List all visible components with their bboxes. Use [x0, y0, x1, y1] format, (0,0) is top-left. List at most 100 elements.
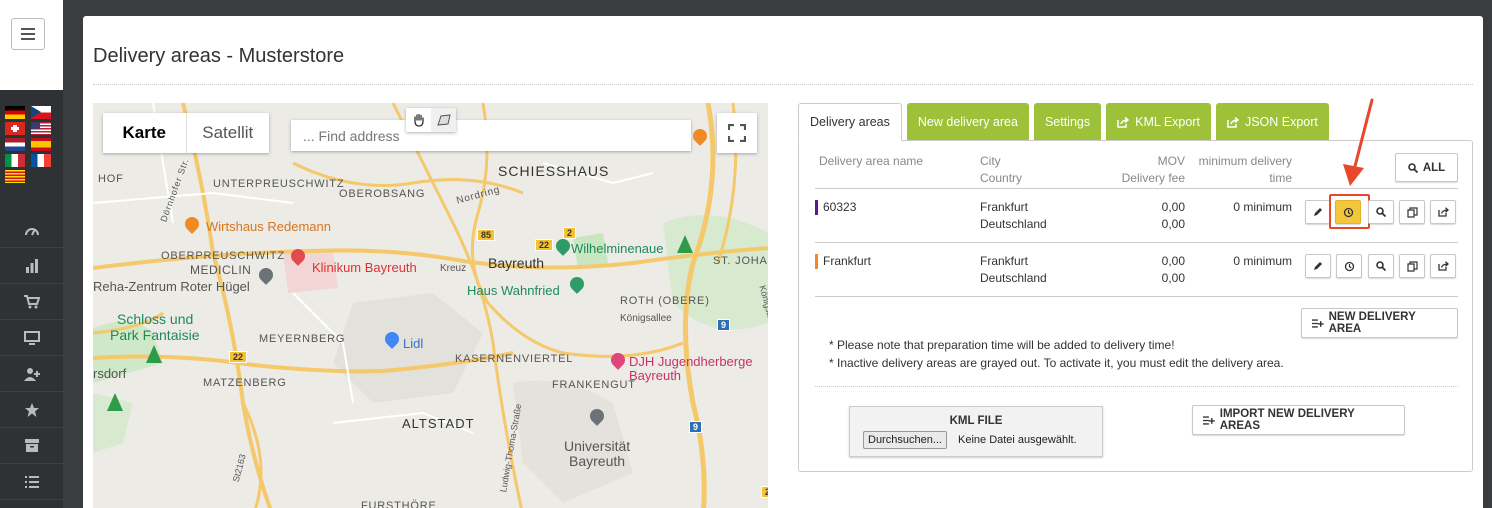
import-delivery-areas-button[interactable]: IMPORT NEW DELIVERY AREAS — [1192, 405, 1405, 435]
flag-it-icon[interactable] — [5, 154, 25, 167]
pencil-icon — [1314, 262, 1322, 270]
column-header-min-time: minimum delivery — [1198, 154, 1292, 168]
copy-icon — [1406, 260, 1418, 272]
flag-us-icon[interactable] — [31, 122, 51, 135]
page-title: Delivery areas - Musterstore — [93, 45, 345, 67]
map-type-control: Karte Satellit — [103, 113, 269, 153]
tab-delivery-areas[interactable]: Delivery areas — [798, 103, 902, 141]
search-area-button[interactable] — [1368, 254, 1394, 278]
kml-upload-box: KML FILE Durchsuchen... Keine Datei ausg… — [849, 406, 1103, 457]
pencil-icon — [1314, 208, 1322, 216]
hamburger-menu-button[interactable] — [11, 18, 45, 50]
flag-cz-icon[interactable] — [31, 106, 51, 119]
map-poi-label: Reha-Zentrum Roter Hügel — [93, 279, 250, 294]
flag-de-icon[interactable] — [5, 106, 25, 119]
show-all-button[interactable]: ALL — [1395, 153, 1458, 182]
list-icon[interactable] — [0, 464, 63, 500]
tab-label: New delivery area — [917, 115, 1018, 129]
export-area-button[interactable] — [1430, 200, 1456, 224]
note-inactive-areas: * Inactive delivery areas are grayed out… — [829, 356, 1284, 370]
row-country: Deutschland — [980, 217, 1047, 231]
row-divider — [815, 242, 1458, 243]
road-shield: 22 — [535, 239, 554, 251]
history-icon — [1344, 261, 1354, 271]
show-all-label: ALL — [1422, 161, 1446, 174]
column-header-country: Country — [980, 171, 1023, 185]
browse-file-button[interactable]: Durchsuchen... — [863, 431, 947, 449]
map-label-street: Kreuz — [440, 263, 467, 274]
flag-fr-icon[interactable] — [31, 154, 51, 167]
new-delivery-area-button[interactable]: NEW DELIVERY AREA — [1301, 308, 1458, 338]
note-preparation-time: * Please note that preparation time will… — [829, 338, 1175, 352]
road-shield: 22 — [229, 351, 248, 363]
add-list-icon — [1203, 415, 1215, 425]
edit-button[interactable] — [1305, 254, 1331, 278]
row-mov: 0,00 — [1161, 254, 1185, 268]
road-shield: 85 — [477, 229, 496, 241]
opening-times-button[interactable] — [1336, 254, 1362, 278]
star-icon[interactable] — [0, 392, 63, 428]
flag-ch-icon[interactable] — [5, 122, 25, 135]
map-poi-label: Haus Wahnfried — [467, 283, 560, 298]
language-flags — [5, 106, 55, 183]
tab-label: JSON Export — [1244, 115, 1318, 129]
map-label-district: ALTSTADT — [402, 416, 475, 431]
map-label-district: OBEROBSANG — [339, 188, 426, 200]
row-area-name: 60323 — [823, 200, 857, 214]
share-icon — [1437, 207, 1449, 217]
tree-icon — [677, 235, 693, 253]
road-shield: 2 — [563, 227, 577, 239]
export-area-button[interactable] — [1430, 254, 1456, 278]
edit-button[interactable] — [1305, 200, 1331, 224]
menu-bar-icon — [21, 38, 35, 40]
dashboard-icon[interactable] — [0, 212, 63, 248]
draw-polygon-icon[interactable] — [431, 108, 456, 132]
road-shield: 9 — [717, 319, 731, 331]
tab-settings[interactable]: Settings — [1033, 103, 1102, 141]
tab-json-export[interactable]: JSON Export — [1215, 103, 1329, 141]
map-poi-label: Wilhelminenaue — [571, 241, 664, 256]
monitor-icon[interactable] — [0, 320, 63, 356]
sidebar-nav — [0, 212, 63, 500]
flag-nl-icon[interactable] — [5, 138, 25, 151]
map-label-district: HOF — [98, 173, 124, 185]
copy-icon — [1406, 206, 1418, 218]
copy-area-button[interactable] — [1399, 254, 1425, 278]
tab-new-delivery-area[interactable]: New delivery area — [906, 103, 1029, 141]
address-search-input[interactable] — [291, 120, 691, 151]
map-label-city: Bayreuth — [488, 255, 545, 271]
archive-icon[interactable] — [0, 428, 63, 464]
map-poi-label: DJH Jugendherberge — [629, 354, 753, 369]
map-poi-label: Bayreuth — [629, 368, 682, 383]
column-header-mov: MOV — [1157, 154, 1185, 168]
row-min-time: 0 minimum — [1233, 200, 1292, 214]
area-color-marker — [815, 254, 818, 269]
row-fee: 0,00 — [1161, 217, 1185, 231]
map-type-karte-button[interactable]: Karte — [103, 113, 187, 153]
road-shield: 2 — [761, 486, 768, 498]
kml-file-title: KML FILE — [949, 415, 1003, 427]
column-header-fee: Delivery fee — [1121, 171, 1185, 185]
map[interactable]: SCHIESSHAUS UNTERPREUSCHWITZ OBEROBSANG … — [93, 103, 768, 508]
flag-ca-icon[interactable] — [5, 170, 25, 183]
tab-kml-export[interactable]: KML Export — [1106, 103, 1211, 141]
fullscreen-icon — [728, 124, 746, 142]
area-color-marker — [815, 200, 818, 215]
row-city: Frankfurt — [980, 200, 1029, 214]
copy-area-button[interactable] — [1399, 200, 1425, 224]
road-shield: 9 — [689, 421, 703, 433]
cart-icon[interactable] — [0, 284, 63, 320]
add-user-icon[interactable] — [0, 356, 63, 392]
search-area-button[interactable] — [1368, 200, 1394, 224]
map-type-satellit-button[interactable]: Satellit — [187, 113, 270, 153]
section-divider — [815, 386, 1458, 387]
hand-pan-icon[interactable] — [406, 108, 431, 132]
map-label-district: OBERPREUSCHWITZ — [161, 250, 285, 262]
bar-chart-icon[interactable] — [0, 248, 63, 284]
fullscreen-button[interactable] — [717, 113, 757, 153]
annotation-arrow-icon — [1343, 98, 1374, 186]
share-icon — [1437, 261, 1449, 271]
flag-es-icon[interactable] — [31, 138, 51, 151]
row-mov: 0,00 — [1161, 200, 1185, 214]
column-header-city: City — [980, 154, 1001, 168]
